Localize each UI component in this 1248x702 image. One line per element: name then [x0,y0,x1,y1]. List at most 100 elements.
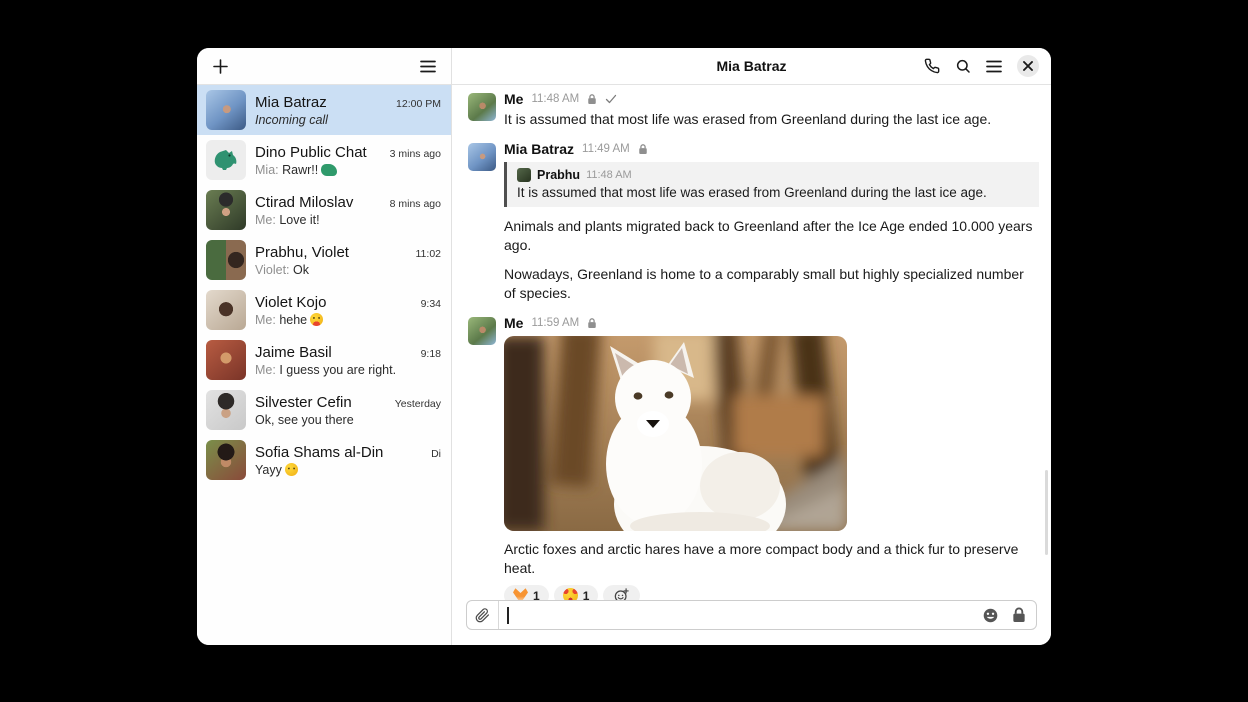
conversation-time: 11:02 [416,248,442,260]
attach-file-button[interactable] [467,601,499,629]
close-icon [1023,61,1033,71]
message-sender: Mia Batraz [504,141,574,157]
quote-time: 11:48 AM [586,169,632,181]
message-text: Nowadays, Greenland is home to a compara… [504,265,1039,303]
conversation-text: Violet Kojo 9:34 Me: hehe [255,294,441,327]
avatar [468,317,496,345]
add-reaction-icon [614,588,629,600]
reaction-smiling-hearts[interactable]: 1 [554,585,599,600]
conversation-name: Prabhu, Violet [255,244,410,261]
conversation-item-prabhu-violet[interactable]: Prabhu, Violet 11:02 Violet: Ok [197,235,451,285]
conversation-name: Ctirad Miloslav [255,194,384,211]
conversation-preview: Mia: Rawr!! [255,163,441,177]
conversation-time: 9:18 [421,348,441,360]
conversation-item-silvester-cefin[interactable]: Silvester Cefin Yesterday Ok, see you th… [197,385,451,435]
message-time: 11:48 AM [531,93,579,105]
conversation-item-jaime-basil[interactable]: Jaime Basil 9:18 Me: I guess you are rig… [197,335,451,385]
quote-sender: Prabhu [537,168,580,182]
avatar [206,340,246,380]
conversation-name: Violet Kojo [255,294,415,311]
avatar [206,290,246,330]
call-button[interactable] [924,58,940,74]
sauropod-emoji [321,164,337,176]
conversation-item-mia-batraz[interactable]: Mia Batraz 12:00 PM Incoming call [197,85,451,135]
message-time: 11:59 AM [531,317,579,329]
encrypted-lock-icon [587,317,597,329]
conversation-time: Di [431,448,441,460]
conversation-preview: Yayy [255,463,441,477]
conversation-text: Sofia Shams al-Din Di Yayy [255,444,441,477]
message-time: 11:49 AM [582,143,630,155]
chat-pane: Mia Batraz [452,48,1051,645]
message: Me 11:59 AM [468,315,1039,600]
chat-header: Mia Batraz [452,48,1051,85]
arctic-fox-photo[interactable] [504,336,847,531]
conversation-item-ctirad-miloslav[interactable]: Ctirad Miloslav 8 mins ago Me: Love it! [197,185,451,235]
conversation-text: Mia Batraz 12:00 PM Incoming call [255,94,441,127]
tongue-out-emoji [310,313,323,326]
message-input[interactable] [509,601,983,629]
conversation-text: Silvester Cefin Yesterday Ok, see you th… [255,394,441,427]
conversation-text: Dino Public Chat 3 mins ago Mia: Rawr!! [255,144,441,177]
conversation-preview: Violet: Ok [255,263,441,277]
avatar [206,140,246,180]
avatar [468,93,496,121]
message-list[interactable]: Me 11:48 AM It is assumed that most life… [452,85,1051,600]
reaction-count: 1 [583,589,590,600]
message-input-bar[interactable] [466,600,1037,630]
desktop-background: Mia Batraz 12:00 PM Incoming call [0,0,1248,702]
avatar [468,143,496,171]
avatar [206,190,246,230]
lock-icon [1012,607,1026,623]
sidebar-header [197,48,451,85]
message-sender: Me [504,315,523,331]
add-reaction-button[interactable] [603,585,640,600]
conversation-name: Sofia Shams al-Din [255,444,425,461]
avatar [206,240,246,280]
reactions-row: 1 1 [504,585,1039,600]
quoted-message[interactable]: Prabhu 11:48 AM It is assumed that most … [504,162,1039,207]
encrypted-lock-icon [587,93,597,105]
conversation-preview: Ok, see you there [255,413,441,427]
chat-menu-button[interactable] [986,60,1002,73]
emoji-icon [982,607,999,624]
message: Me 11:48 AM It is assumed that most life… [468,91,1039,129]
conversation-text: Ctirad Miloslav 8 mins ago Me: Love it! [255,194,441,227]
conversation-text: Prabhu, Violet 11:02 Violet: Ok [255,244,441,277]
add-conversation-button[interactable] [212,58,229,75]
conversation-time: 9:34 [421,298,441,310]
reaction-count: 1 [533,589,540,600]
sidebar-menu-button[interactable] [420,60,436,73]
message-text: Arctic foxes and arctic hares have a mor… [504,540,1039,578]
conversation-time: 8 mins ago [390,198,441,210]
conversation-item-violet-kojo[interactable]: Violet Kojo 9:34 Me: hehe [197,285,451,335]
conversation-time: 3 mins ago [390,148,441,160]
encryption-toggle-button[interactable] [1012,607,1026,623]
message: Mia Batraz 11:49 AM Prabhu 11:48 AM It i… [468,141,1039,303]
reaction-fox[interactable]: 1 [504,585,549,600]
paperclip-icon [475,608,490,623]
sidebar: Mia Batraz 12:00 PM Incoming call [197,48,452,645]
conversation-name: Mia Batraz [255,94,390,111]
message-text: It is assumed that most life was erased … [504,110,1039,129]
delivered-check-icon [605,94,617,104]
conversation-preview: Incoming call [255,113,441,127]
conversation-time: 12:00 PM [396,98,441,110]
conversation-item-dino-public-chat[interactable]: Dino Public Chat 3 mins ago Mia: Rawr!! [197,135,451,185]
avatar [206,440,246,480]
smiling-blush-emoji [285,463,298,476]
emoji-picker-button[interactable] [982,607,999,624]
conversation-preview: Me: I guess you are right. [255,363,441,377]
avatar [206,390,246,430]
conversation-preview: Me: hehe [255,313,441,327]
conversation-list: Mia Batraz 12:00 PM Incoming call [197,85,451,645]
close-button[interactable] [1017,55,1039,77]
composer [452,600,1051,645]
dino-logo-icon [213,148,239,172]
quote-text: It is assumed that most life was erased … [517,185,1029,200]
conversation-preview: Me: Love it! [255,213,441,227]
search-icon[interactable] [955,58,971,74]
conversation-item-sofia-shams-al-din[interactable]: Sofia Shams al-Din Di Yayy [197,435,451,485]
conversation-name: Dino Public Chat [255,144,384,161]
scrollbar-thumb[interactable] [1045,470,1048,555]
